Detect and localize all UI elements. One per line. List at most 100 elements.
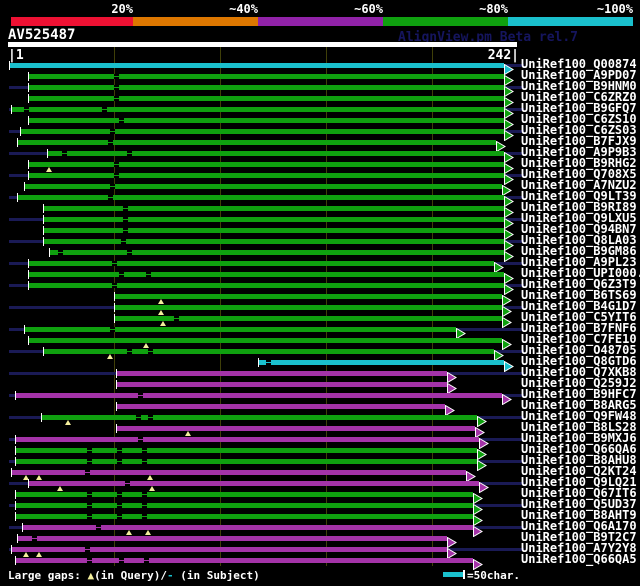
scalebar-sample [443, 572, 463, 577]
alignment-bar[interactable] [116, 404, 445, 409]
alignment-bar[interactable] [28, 283, 504, 288]
subject-gap-marker [102, 107, 107, 112]
bar-start-tick [9, 61, 10, 70]
subject-gap-dash [87, 494, 92, 495]
alignment-bar[interactable] [11, 107, 504, 112]
subject-gap-marker [62, 151, 67, 156]
alignment-bar[interactable] [114, 294, 502, 299]
alignment-bar[interactable] [49, 250, 504, 255]
subject-gap-marker [112, 261, 117, 266]
subject-gap-marker [142, 503, 147, 508]
bar-start-tick [17, 138, 18, 147]
alignment-viewer-screen: AV525487 AlignView.pm Beta rel.7 |1 242|… [0, 0, 640, 586]
alignment-bar[interactable] [24, 327, 456, 332]
alignment-bar[interactable] [114, 316, 502, 321]
alignment-bar[interactable] [43, 239, 504, 244]
scale-segment [258, 17, 383, 26]
subject-gap-marker [117, 514, 122, 519]
alignment-bar[interactable] [15, 393, 502, 398]
alignment-bar[interactable] [43, 217, 504, 222]
subject-gap-marker [125, 481, 130, 486]
scalebar-sample-tick [463, 570, 465, 579]
alignment-bar[interactable] [28, 85, 504, 90]
alignment-bar[interactable] [20, 129, 504, 134]
alignment-bar[interactable] [28, 162, 504, 167]
alignment-bar[interactable] [28, 481, 479, 486]
alignment-bar[interactable] [22, 525, 473, 530]
bar-start-tick [28, 171, 29, 180]
bar-start-tick [15, 391, 16, 400]
bar-start-tick [15, 556, 16, 565]
bar-arrowhead-icon [504, 170, 514, 186]
bar-start-tick [116, 424, 117, 433]
subject-gap-marker [112, 283, 117, 288]
query-gap-marker [57, 486, 63, 491]
subject-gap-marker [108, 140, 113, 145]
alignment-bar[interactable] [17, 536, 447, 541]
alignment-bar[interactable] [28, 272, 504, 277]
alignment-bar[interactable] [28, 118, 504, 123]
bar-arrowhead-icon [447, 368, 457, 384]
bar-arrowhead-icon [504, 82, 514, 98]
subject-gap-marker [110, 327, 115, 332]
bar-arrowhead-icon [504, 203, 514, 219]
alignment-bar[interactable] [15, 503, 473, 508]
query-gap-marker [158, 310, 164, 315]
subject-gap-marker [114, 162, 119, 167]
alignment-bar[interactable] [28, 338, 502, 343]
alignment-bar[interactable] [258, 360, 504, 365]
alignment-bar[interactable] [17, 195, 504, 200]
alignment-bar[interactable] [15, 448, 477, 453]
scale-segment [133, 17, 258, 26]
alignment-bar[interactable] [9, 63, 504, 68]
alignment-bar[interactable] [116, 382, 447, 387]
subject-gap-marker [87, 459, 92, 464]
subject-gap-dash [138, 439, 143, 440]
bar-arrowhead-icon [504, 247, 514, 263]
bar-arrowhead-icon [447, 379, 457, 395]
subject-gap-dash [114, 98, 119, 99]
bar-start-tick [11, 468, 12, 477]
alignment-bar[interactable] [11, 470, 466, 475]
bar-start-tick [28, 336, 29, 345]
subject-gap-marker [96, 525, 101, 530]
subject-gap-dash [142, 516, 147, 517]
alignment-bar[interactable] [116, 426, 475, 431]
alignment-bar[interactable] [41, 415, 477, 420]
subject-gap-marker [114, 74, 119, 79]
alignment-bar[interactable] [116, 371, 447, 376]
alignment-bar[interactable] [11, 547, 447, 552]
bar-arrowhead-icon [504, 71, 514, 87]
alignment-bar[interactable] [47, 151, 504, 156]
hit-label[interactable]: UniRef100_Q66QA5 [521, 553, 637, 565]
alignment-bar[interactable] [17, 140, 496, 145]
alignment-bar[interactable] [28, 96, 504, 101]
bar-arrowhead-icon [504, 280, 514, 296]
alignment-bar[interactable] [15, 437, 479, 442]
bar-arrowhead-icon [473, 500, 483, 516]
subject-gap-dash [24, 109, 29, 110]
alignment-bar[interactable] [43, 206, 504, 211]
bar-start-tick [43, 204, 44, 213]
subject-gap-dash [148, 417, 153, 418]
subject-gap-dash [142, 505, 147, 506]
subject-gap-marker [119, 118, 124, 123]
alignment-bar[interactable] [15, 514, 473, 519]
subject-gap-dash [114, 76, 119, 77]
alignment-bar[interactable] [28, 173, 504, 178]
alignment-bar[interactable] [15, 492, 473, 497]
alignment-bar[interactable] [15, 459, 477, 464]
subject-gap-dash [58, 252, 63, 253]
alignment-bar[interactable] [43, 228, 504, 233]
arrow-right-icon [473, 558, 483, 571]
alignment-bar[interactable] [28, 261, 494, 266]
alignment-bar[interactable] [28, 74, 504, 79]
subject-gap-dash [87, 450, 92, 451]
alignment-bar[interactable] [24, 184, 502, 189]
subject-gap-marker [110, 184, 115, 189]
alignment-bar[interactable] [114, 305, 502, 310]
bar-start-tick [28, 160, 29, 169]
bar-start-tick [15, 490, 16, 499]
bar-start-tick [11, 545, 12, 554]
alignment-bar[interactable] [15, 558, 473, 563]
